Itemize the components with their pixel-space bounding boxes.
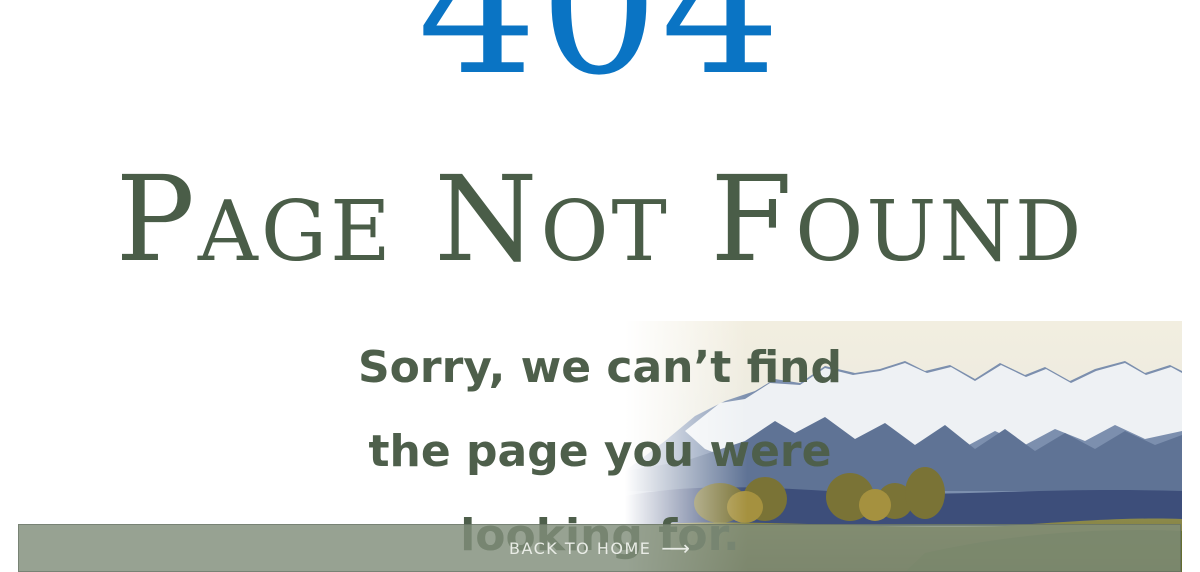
- arrow-right-icon: ⟶: [661, 536, 691, 560]
- error-code: 404: [417, 0, 783, 117]
- back-to-home-button[interactable]: BACK TO HOME ⟶: [18, 524, 1181, 572]
- back-to-home-label: BACK TO HOME: [508, 538, 652, 558]
- page-title: Page Not Found: [115, 150, 1085, 288]
